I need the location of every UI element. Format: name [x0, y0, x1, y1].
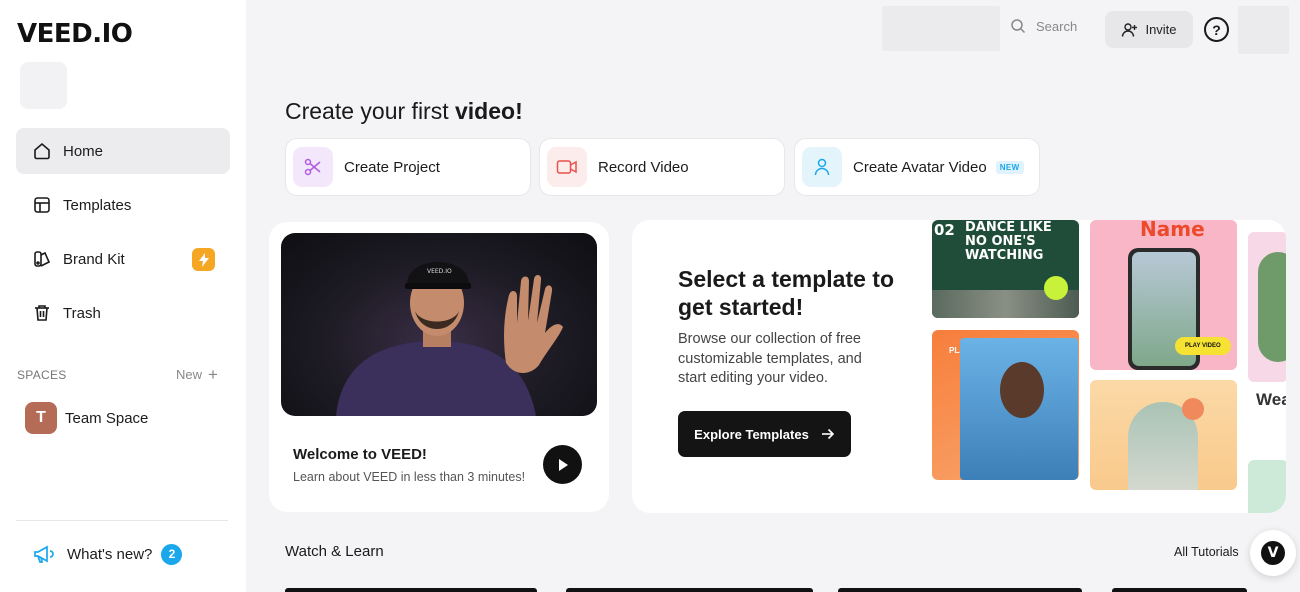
template-sticker [1044, 276, 1068, 300]
all-tutorials-link[interactable]: All Tutorials [1174, 545, 1239, 559]
trash-icon [32, 303, 52, 323]
record-video-button[interactable]: Record Video [539, 138, 785, 196]
sidebar-item-trash[interactable]: Trash [16, 290, 230, 336]
sidebar-divider [16, 520, 228, 521]
template-thumbnail-partial-2[interactable] [1248, 460, 1286, 513]
team-space-label: Team Space [65, 409, 149, 427]
sidebar-item-home[interactable]: Home [16, 128, 230, 174]
template-thumbnail-arch[interactable] [1090, 380, 1237, 490]
template-name-heading: Name [1140, 220, 1205, 241]
sidebar-item-label: Trash [63, 304, 101, 322]
sidebar-item-templates[interactable]: Templates [16, 182, 230, 228]
record-icon [547, 147, 587, 187]
sidebar-item-brand-kit[interactable]: Brand Kit [16, 236, 230, 282]
explore-templates-label: Explore Templates [694, 426, 809, 442]
sidebar: VEED.IO Home Templates Brand Kit Trash S… [0, 0, 246, 592]
template-thumbnail-partial[interactable] [1248, 232, 1286, 382]
new-space-label: New [176, 367, 203, 382]
template-figure [1258, 252, 1286, 362]
templates-card: Select a template to get started! Browse… [632, 220, 1286, 513]
template-person-head [1000, 362, 1044, 418]
arrow-right-icon [821, 428, 834, 440]
veed-chat-button[interactable]: V [1250, 530, 1296, 576]
explore-templates-button[interactable]: Explore Templates [678, 411, 851, 457]
veed-logo-icon: V [1261, 541, 1285, 565]
home-icon [32, 141, 52, 161]
create-avatar-video-button[interactable]: Create Avatar Video NEW [794, 138, 1040, 196]
search-icon [1011, 19, 1026, 34]
team-space-avatar: T [25, 402, 57, 434]
templates-icon [32, 195, 52, 215]
page-title: Create your first video! [285, 98, 523, 125]
play-icon [558, 458, 568, 471]
templates-title: Select a template to get started! [678, 266, 895, 320]
new-space-button[interactable]: New + [176, 365, 218, 384]
template-thumbnail-play[interactable]: PLAY [932, 330, 1079, 480]
templates-description: Browse our collection of free customizab… [678, 331, 862, 386]
sidebar-item-label: Brand Kit [63, 250, 125, 268]
tutorial-card[interactable] [1112, 588, 1247, 592]
spaces-heading: SPACES [17, 368, 67, 382]
megaphone-icon [34, 545, 54, 563]
headline-prefix: Create your first [285, 98, 455, 124]
whats-new-button[interactable]: What's new? 2 [32, 542, 183, 566]
create-avatar-video-label: Create Avatar Video [853, 158, 987, 176]
avatar-icon [802, 147, 842, 187]
watch-learn-heading: Watch & Learn [285, 543, 384, 560]
add-user-icon [1122, 22, 1138, 37]
user-avatar[interactable] [1238, 6, 1289, 54]
search-label: Search [1036, 18, 1078, 34]
lightning-icon [192, 248, 215, 271]
create-project-label: Create Project [344, 158, 440, 176]
template-thumbnail-name[interactable]: Name PLAY VIDEO [1090, 220, 1237, 370]
sidebar-item-team-space[interactable]: T Team Space [25, 402, 148, 434]
notification-count-badge: 2 [161, 543, 183, 565]
welcome-subtitle: Learn about VEED in less than 3 minutes! [293, 470, 526, 484]
whats-new-label: What's new? [67, 545, 153, 563]
headline-bold: video! [455, 98, 523, 124]
scissors-icon [293, 147, 333, 187]
help-icon[interactable]: ? [1204, 17, 1229, 42]
welcome-title: Welcome to VEED! [293, 446, 427, 463]
workspace-avatar[interactable] [20, 62, 67, 109]
template-number: 02 [934, 221, 955, 239]
tutorial-card[interactable] [838, 588, 1082, 592]
template-thumbnail-dance[interactable]: 02 DANCE LIKE NO ONE'S WATCHING [932, 220, 1079, 318]
create-project-button[interactable]: Create Project [285, 138, 531, 196]
template-partial-text: Wea [1256, 390, 1286, 409]
sidebar-item-label: Templates [63, 196, 132, 214]
new-badge: NEW [995, 160, 1024, 174]
template-play-circle [1182, 398, 1204, 420]
veed-logo[interactable]: VEED.IO [17, 19, 133, 49]
template-heading: DANCE LIKE NO ONE'S WATCHING [965, 220, 1052, 263]
topbar-placeholder [882, 6, 1000, 51]
cap-text: VEED.IO [427, 268, 452, 275]
welcome-video-thumbnail[interactable]: VEED.IO [281, 233, 597, 416]
invite-button[interactable]: Invite [1105, 11, 1193, 48]
presenter-illustration: VEED.IO [336, 262, 563, 416]
sidebar-item-label: Home [63, 142, 104, 160]
play-button[interactable] [543, 445, 582, 484]
tutorial-card[interactable] [566, 588, 813, 592]
template-play-video-badge: PLAY VIDEO [1175, 337, 1231, 355]
tutorial-card[interactable] [285, 588, 537, 592]
invite-label: Invite [1145, 22, 1177, 37]
search-button[interactable]: Search [1010, 18, 1077, 34]
plus-icon: + [208, 365, 218, 384]
welcome-video-card[interactable]: VEED.IO Welcome to VEED! Learn about VEE… [269, 222, 609, 512]
brand-kit-icon [32, 249, 52, 269]
record-video-label: Record Video [598, 158, 689, 176]
